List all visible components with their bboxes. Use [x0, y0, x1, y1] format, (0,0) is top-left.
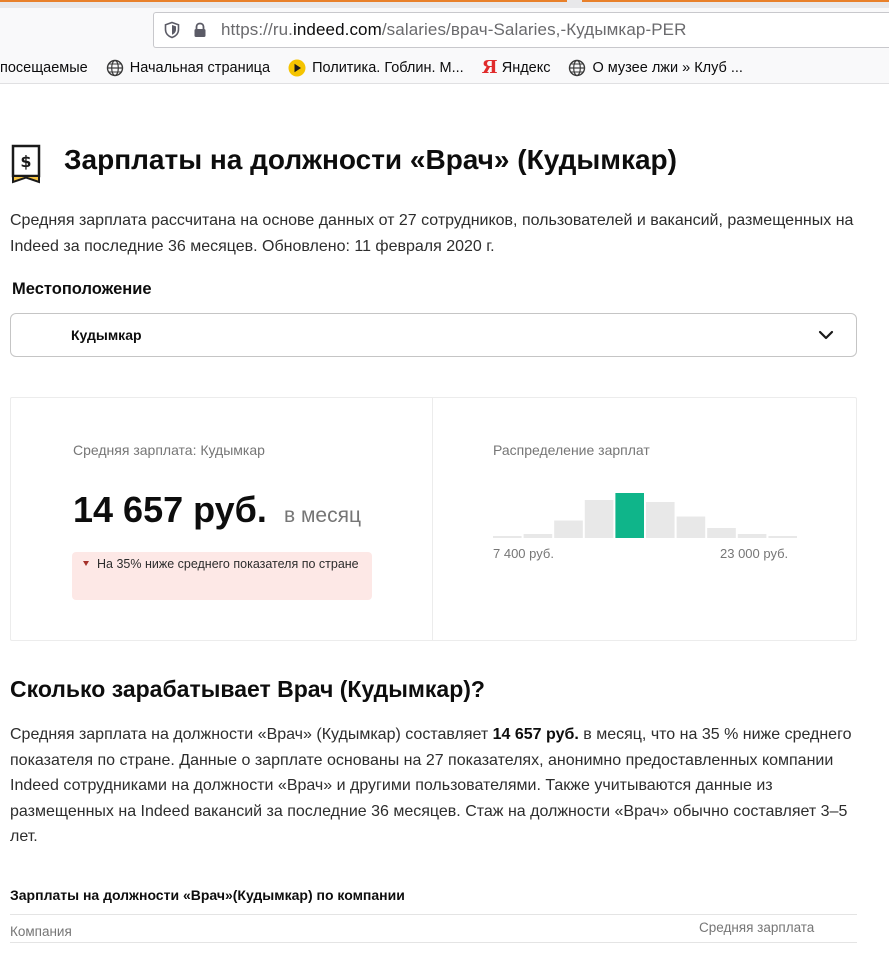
- location-label: Местоположение: [12, 280, 152, 298]
- bookmark-goblin[interactable]: Политика. Гоблин. М...: [288, 59, 464, 77]
- down-arrow-icon: [83, 561, 89, 566]
- section-heading: Сколько зарабатывает Врач (Кудымкар)?: [10, 676, 485, 702]
- histogram-bar: [707, 528, 736, 538]
- location-select[interactable]: Кудымкар: [10, 313, 857, 357]
- column-header-salary: Средняя зарплата: [699, 920, 815, 935]
- bookmark-label: Начальная страница: [129, 60, 271, 76]
- tab-accent: [0, 0, 567, 2]
- histogram-bar: [523, 534, 553, 538]
- distribution-min-label: 7 400 руб.: [493, 546, 554, 561]
- average-salary-value: 14 657 руб.: [73, 489, 267, 530]
- details-text-start: Средняя зарплата на должности «Врач» (Ку…: [10, 726, 493, 743]
- salary-summary-card: Средняя зарплата: Кудымкар 14 657 руб. в…: [10, 397, 857, 641]
- svg-text:$: $: [20, 152, 31, 171]
- histogram-bar: [646, 502, 675, 538]
- bookmark-yandex[interactable]: Я Яндекс: [482, 59, 551, 77]
- salary-distribution-chart: [493, 493, 797, 538]
- globe-icon: [106, 59, 123, 77]
- by-company-heading: Зарплаты на должности «Врач»(Кудымкар) п…: [10, 887, 405, 903]
- salary-document-icon: $: [11, 144, 41, 184]
- distribution-max-label: 23 000 руб.: [720, 546, 789, 561]
- histogram-bar: [768, 536, 797, 538]
- page-title: Зарплаты на должности «Врач» (Кудымкар): [64, 144, 677, 175]
- bookmarks-toolbar: посещаемые Начальная страница Политика. …: [0, 54, 889, 82]
- histogram-bar: [554, 520, 583, 538]
- card-divider: [432, 398, 433, 640]
- histogram-bar: [584, 500, 614, 538]
- national-comparison-badge: На 35% ниже среднего показателя по стран…: [72, 552, 372, 600]
- url-text[interactable]: https://ru.indeed.com/salaries/врач-Sala…: [221, 20, 686, 40]
- table-rule: [10, 914, 857, 915]
- bookmark-label: Политика. Гоблин. М...: [312, 60, 464, 76]
- url-path: /salaries/врач-Salaries,-Кудымкар-PER: [381, 20, 687, 39]
- play-icon: [288, 59, 306, 77]
- bookmark-start-page[interactable]: Начальная страница: [106, 59, 270, 77]
- bookmark-most-visited[interactable]: посещаемые: [0, 60, 88, 76]
- histogram-bar-highlighted: [615, 493, 644, 538]
- histogram-bar: [493, 536, 522, 538]
- bookmark-label: О музее лжи » Клуб ...: [592, 60, 743, 76]
- tab-accent-right: [582, 0, 889, 2]
- browser-chrome: https://ru.indeed.com/salaries/врач-Sala…: [0, 0, 889, 84]
- url-domain: indeed.com: [292, 20, 382, 39]
- details-salary-bold: 14 657 руб.: [492, 726, 579, 743]
- bookmark-label: посещаемые: [0, 60, 88, 76]
- chevron-down-icon: [818, 330, 834, 340]
- globe-icon: [569, 59, 586, 77]
- bookmark-museum[interactable]: О музее лжи » Клуб ...: [568, 59, 743, 77]
- histogram-bar: [676, 516, 706, 538]
- comparison-text: На 35% ниже среднего показателя по стран…: [97, 557, 359, 571]
- table-rule: [10, 942, 857, 943]
- yandex-icon: Я: [481, 57, 498, 78]
- histogram-bar: [737, 534, 767, 538]
- tracking-shield-icon[interactable]: [163, 21, 181, 39]
- details-text-end: в месяц, что на 35 % ниже среднего показ…: [10, 726, 852, 845]
- intro-text: Средняя зарплата рассчитана на основе да…: [10, 212, 854, 255]
- column-header-company: Компания: [10, 924, 72, 939]
- location-select-value: Кудымкар: [71, 327, 142, 343]
- distribution-label: Распределение зарплат: [493, 442, 650, 458]
- url-prefix: https://ru.: [221, 20, 293, 39]
- address-bar[interactable]: https://ru.indeed.com/salaries/врач-Sala…: [153, 12, 889, 48]
- average-salary-label: Средняя зарплата: Кудымкар: [73, 442, 265, 458]
- bookmark-label: Яндекс: [501, 60, 551, 76]
- average-salary-period: в месяц: [284, 504, 362, 527]
- lock-icon[interactable]: [193, 22, 207, 38]
- details-paragraph: Средняя зарплата на должности «Врач» (Ку…: [10, 722, 865, 850]
